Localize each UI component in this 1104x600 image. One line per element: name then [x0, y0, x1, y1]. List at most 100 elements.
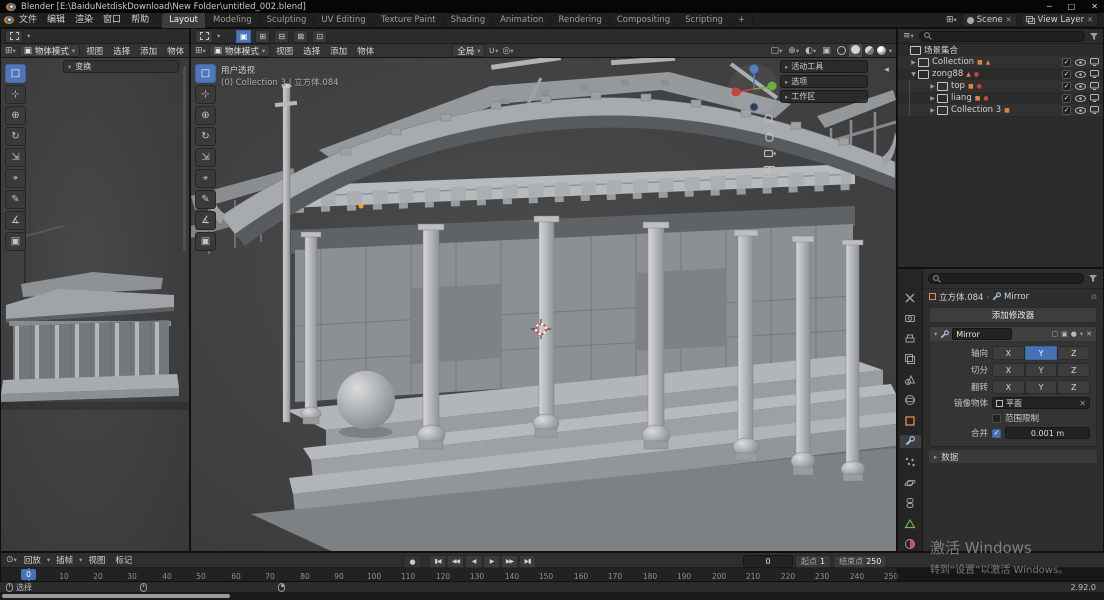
- workspace-tab-shading[interactable]: Shading: [444, 13, 494, 28]
- workspace-tab-sculpting[interactable]: Sculpting: [260, 13, 315, 28]
- menu-help[interactable]: 帮助: [126, 13, 154, 28]
- active-tool-icon[interactable]: [5, 30, 23, 43]
- pan-hand-icon[interactable]: [762, 129, 777, 144]
- show-overlays-icon[interactable]: ◐▾: [804, 46, 817, 56]
- tool-rotate[interactable]: ↻: [5, 127, 26, 146]
- menu-add[interactable]: 添加: [326, 45, 351, 57]
- select-mode-intersect[interactable]: ⊡: [312, 30, 327, 43]
- flip-y-button[interactable]: Y: [1025, 380, 1058, 394]
- active-tool-icon[interactable]: [195, 30, 213, 43]
- menu-select[interactable]: 选择: [109, 45, 134, 57]
- hide-eye-icon[interactable]: [1075, 95, 1086, 102]
- mode-selector[interactable]: ▣物体模式▾: [19, 44, 80, 57]
- tool-annotate[interactable]: ✎: [195, 190, 216, 209]
- disable-viewport-icon[interactable]: [1090, 82, 1099, 90]
- tool-annotate[interactable]: ✎: [5, 190, 26, 209]
- object-origin-dot[interactable]: [359, 204, 364, 209]
- outliner-row-zong88[interactable]: ▼ zong88 ▲ ● ✓: [898, 68, 1103, 80]
- current-frame-field[interactable]: 0: [743, 555, 793, 568]
- editor-type-icon[interactable]: ⊙▾: [5, 555, 18, 565]
- properties-tab-tool[interactable]: [900, 291, 921, 305]
- editor-type-icon[interactable]: ⊞▾: [194, 46, 207, 56]
- play-reverse-button[interactable]: ◀: [465, 555, 482, 568]
- menu-marker[interactable]: 标记: [111, 554, 136, 566]
- hide-eye-icon[interactable]: [1075, 71, 1086, 78]
- breadcrumb-modifier[interactable]: Mirror: [1004, 292, 1029, 302]
- tool-measure[interactable]: ∡: [5, 211, 26, 230]
- workspace-tab-rendering[interactable]: Rendering: [551, 13, 609, 28]
- menu-add[interactable]: 添加: [136, 45, 161, 57]
- properties-tab-output[interactable]: [900, 332, 921, 346]
- modifier-extras-menu-icon[interactable]: ▾: [1080, 330, 1083, 338]
- workspace-tab-texture-paint[interactable]: Texture Paint: [374, 13, 444, 28]
- left-viewport-render[interactable]: [1, 58, 189, 551]
- tool-scale[interactable]: ⇲: [195, 148, 216, 167]
- add-modifier-button[interactable]: 添加修改器: [929, 307, 1097, 323]
- expand-arrow-icon[interactable]: ▶: [909, 59, 918, 66]
- timeline-horizontal-scrollbar[interactable]: [2, 594, 230, 598]
- bisect-x-button[interactable]: X: [992, 363, 1025, 377]
- disable-viewport-icon[interactable]: [1090, 94, 1099, 102]
- left-viewport-canvas[interactable]: □ ⊹ ⊕ ↻ ⇲ ⌖ ✎ ∡ ▣ ▾ 变换: [1, 58, 189, 551]
- menu-file[interactable]: 文件: [14, 13, 42, 28]
- toggle-xray-icon[interactable]: ▣: [821, 46, 832, 56]
- modifier-render-toggle[interactable]: ●: [1071, 330, 1077, 338]
- tool-cursor[interactable]: ⊹: [5, 85, 26, 104]
- collapse-arrow-icon[interactable]: ▼: [909, 71, 918, 78]
- main-viewport-canvas[interactable]: 用户透视 (0) Collection 3 | 立方体.084 □ ⊹ ⊕ ↻ …: [191, 58, 896, 551]
- scene-stats-icon[interactable]: ⊞▾: [945, 15, 958, 25]
- transform-orientation-selector[interactable]: 全局▾: [452, 44, 485, 57]
- next-keyframe-button[interactable]: ▶▶: [501, 555, 518, 568]
- flip-x-button[interactable]: X: [992, 380, 1025, 394]
- expand-arrow-icon[interactable]: ▶: [928, 107, 937, 114]
- transform-panel-header[interactable]: ▾ 变换: [63, 60, 179, 73]
- outliner-row-collection[interactable]: ▶ Collection ■ ▲ ✓: [898, 56, 1103, 68]
- mirror-modifier-header[interactable]: ▾ Mirror ▢ ▣ ● ▾ ✕: [930, 327, 1096, 341]
- shading-solid-button[interactable]: [849, 44, 862, 58]
- shading-dropdown-icon[interactable]: ▾: [889, 47, 892, 55]
- editor-type-icon[interactable]: ⊞▾: [4, 46, 17, 56]
- workspace-tab-scripting[interactable]: Scripting: [678, 13, 731, 28]
- shading-rendered-button[interactable]: [877, 46, 886, 55]
- modifier-delete-icon[interactable]: ✕: [1086, 330, 1092, 338]
- menu-keying[interactable]: 插帧: [52, 554, 77, 566]
- filter-icon[interactable]: [1089, 32, 1099, 41]
- tool-select-box[interactable]: □: [5, 64, 26, 83]
- clear-object-icon[interactable]: ✕: [1079, 399, 1086, 408]
- add-workspace-button[interactable]: +: [731, 13, 753, 28]
- properties-tab-render[interactable]: [900, 312, 921, 326]
- select-mode-extend[interactable]: ⊞: [255, 30, 270, 43]
- workspace-tab-modeling[interactable]: Modeling: [206, 13, 260, 28]
- menu-view[interactable]: 视图: [82, 45, 107, 57]
- bisect-z-button[interactable]: Z: [1057, 363, 1090, 377]
- exclude-checkbox[interactable]: ✓: [1062, 82, 1071, 91]
- shading-material-button[interactable]: [865, 46, 874, 55]
- menu-select[interactable]: 选择: [299, 45, 324, 57]
- data-subpanel-header[interactable]: ▸ 数据: [929, 450, 1097, 463]
- tool-add-cube[interactable]: ▣: [5, 232, 26, 251]
- mirror-object-field[interactable]: 平面 ✕: [992, 397, 1090, 409]
- exclude-checkbox[interactable]: ✓: [1062, 58, 1071, 67]
- properties-tab-world[interactable]: [900, 394, 921, 408]
- menu-view[interactable]: 视图: [272, 45, 297, 57]
- select-mode-new[interactable]: ▣: [236, 30, 251, 43]
- object-type-visibility-icon[interactable]: ▢▾: [770, 46, 784, 56]
- axis-z-button[interactable]: Z: [1057, 346, 1090, 360]
- sidebar-toggle-arrow[interactable]: ◂: [879, 62, 894, 77]
- frame-end-field[interactable]: 结束点 250: [833, 555, 887, 568]
- close-button[interactable]: ✕: [1091, 2, 1098, 11]
- scene-selector[interactable]: Scene ✕: [962, 13, 1017, 27]
- axis-y-button[interactable]: Y: [1025, 346, 1058, 360]
- disable-viewport-icon[interactable]: [1090, 106, 1099, 114]
- properties-tab-material[interactable]: [900, 537, 921, 551]
- properties-tab-physics[interactable]: [900, 476, 921, 490]
- scene-unlink-icon[interactable]: ✕: [1006, 16, 1012, 24]
- menu-window[interactable]: 窗口: [98, 13, 126, 28]
- overlay-panel-workspace[interactable]: ▸工作区: [780, 90, 868, 103]
- frame-start-field[interactable]: 起点 1: [795, 555, 831, 568]
- tool-move[interactable]: ⊕: [195, 106, 216, 125]
- minimize-button[interactable]: ─: [1047, 2, 1052, 11]
- merge-distance-field[interactable]: 0.001 m: [1005, 427, 1090, 439]
- snap-magnet-icon[interactable]: ∪▾: [487, 46, 499, 56]
- menu-view[interactable]: 视图: [84, 554, 109, 566]
